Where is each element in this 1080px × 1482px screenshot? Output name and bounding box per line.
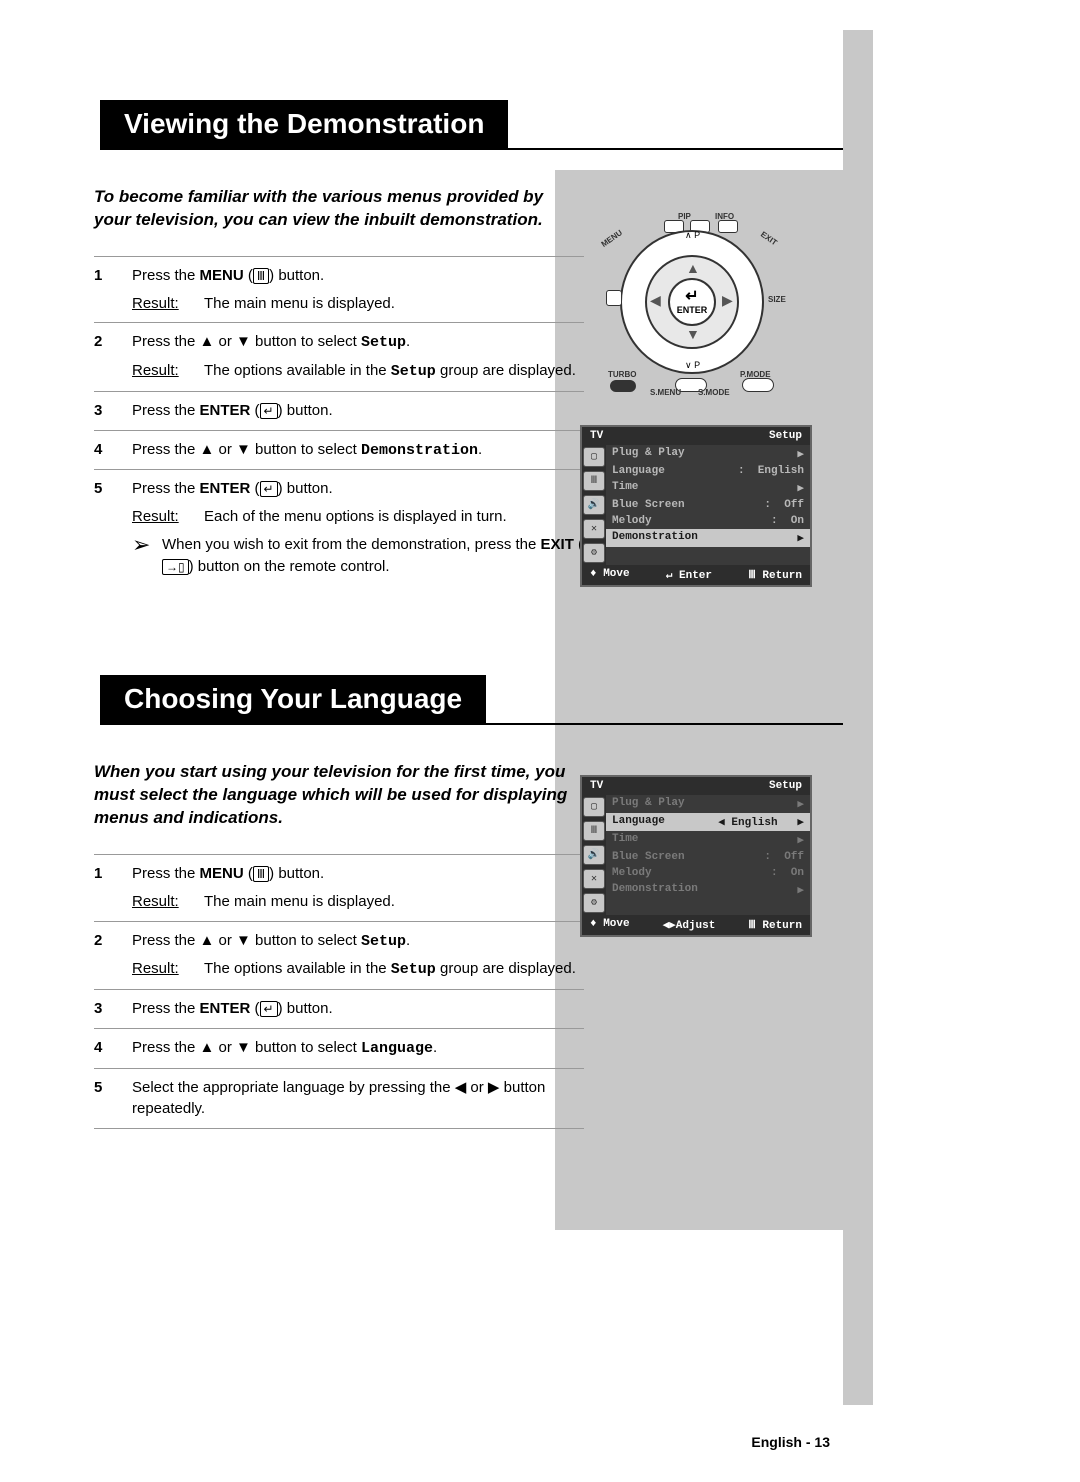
section-intro: To become familiar with the various menu… <box>94 186 584 232</box>
osd-icon: 🔊 <box>583 495 605 515</box>
osd-row: Time▶ <box>606 831 810 849</box>
steps-list-2: 1 Press the MENU (Ⅲ) button. Result:The … <box>94 854 584 1129</box>
step: 2 Press the ▲ or ▼ button to select Setu… <box>94 323 584 392</box>
step: 4 Press the ▲ or ▼ button to select Demo… <box>94 431 584 471</box>
page-footer: English - 13 <box>751 1434 830 1450</box>
section-header-demonstration: Viewing the Demonstration <box>70 100 843 148</box>
step: 1 Press the MENU (Ⅲ) button. Result:The … <box>94 855 584 922</box>
osd-icon: Ⅲ <box>583 471 605 491</box>
step: 5 Select the appropriate language by pre… <box>94 1069 584 1130</box>
step: 4 Press the ▲ or ▼ button to select Lang… <box>94 1029 584 1069</box>
osd-row: Blue Screen: Off <box>606 849 810 865</box>
menu-icon: Ⅲ <box>253 866 269 882</box>
osd-row: Melody: On <box>606 513 810 529</box>
right-arrow-icon: ▶ <box>722 292 733 309</box>
osd-row: Demonstration▶ <box>606 881 810 899</box>
osd-icon: ⚙ <box>583 543 605 563</box>
steps-list-1: 1 Press the MENU (Ⅲ) button. Result:The … <box>94 256 584 586</box>
osd-icon: ⚙ <box>583 893 605 913</box>
osd-icon: 🔊 <box>583 845 605 865</box>
osd-row: Plug & Play▶ <box>606 445 810 463</box>
osd-icon: ✕ <box>583 519 605 539</box>
step: 5 Press the ENTER (↵) button. Result:Eac… <box>94 470 584 585</box>
osd-row: Melody: On <box>606 865 810 881</box>
osd-row: Language◀ English ▶ <box>606 813 810 831</box>
step: 1 Press the MENU (Ⅲ) button. Result:The … <box>94 257 584 324</box>
osd-icon: Ⅲ <box>583 821 605 841</box>
exit-icon: →▯ <box>162 559 189 575</box>
osd-icon: ▢ <box>583 447 605 467</box>
osd-row: Language: English <box>606 463 810 479</box>
osd-row: Demonstration▶ <box>606 529 810 547</box>
osd-icon: ✕ <box>583 869 605 889</box>
menu-button-label: MENU <box>600 228 624 249</box>
down-arrow-icon: ▼ <box>686 326 700 342</box>
osd-setup-language: TVSetup ▢ Ⅲ 🔊 ✕ ⚙ Plug & Play▶Language◀ … <box>580 775 812 937</box>
osd-row: Plug & Play▶ <box>606 795 810 813</box>
osd-icon: ▢ <box>583 797 605 817</box>
osd-row: Blue Screen: Off <box>606 497 810 513</box>
up-arrow-icon: ▲ <box>686 260 700 276</box>
enter-button: ↵ENTER <box>668 278 716 326</box>
remote-control-illustration: PIP INFO MENU EXIT ∧ P ▲ ▼ ◀ ▶ ↵ENTER SI… <box>590 210 790 400</box>
menu-icon: Ⅲ <box>253 268 269 284</box>
section-title: Choosing Your Language <box>100 675 486 723</box>
section-intro: When you start using your television for… <box>94 761 584 830</box>
section-title: Viewing the Demonstration <box>100 100 508 148</box>
enter-icon: ↵ <box>260 403 278 419</box>
step: 2 Press the ▲ or ▼ button to select Setu… <box>94 922 584 991</box>
page-edge-sidebar <box>843 30 873 1405</box>
osd-row: Time▶ <box>606 479 810 497</box>
step: 3 Press the ENTER (↵) button. <box>94 990 584 1029</box>
left-arrow-icon: ◀ <box>650 292 661 309</box>
note-arrow-icon: ➢ <box>132 534 162 556</box>
exit-button-label: EXIT <box>759 230 779 248</box>
osd-setup-demonstration: TVSetup ▢ Ⅲ 🔊 ✕ ⚙ Plug & Play▶Language: … <box>580 425 812 587</box>
enter-icon: ↵ <box>260 481 278 497</box>
enter-icon: ↵ <box>260 1001 278 1017</box>
step: 3 Press the ENTER (↵) button. <box>94 392 584 431</box>
section-header-language: Choosing Your Language <box>70 675 843 723</box>
